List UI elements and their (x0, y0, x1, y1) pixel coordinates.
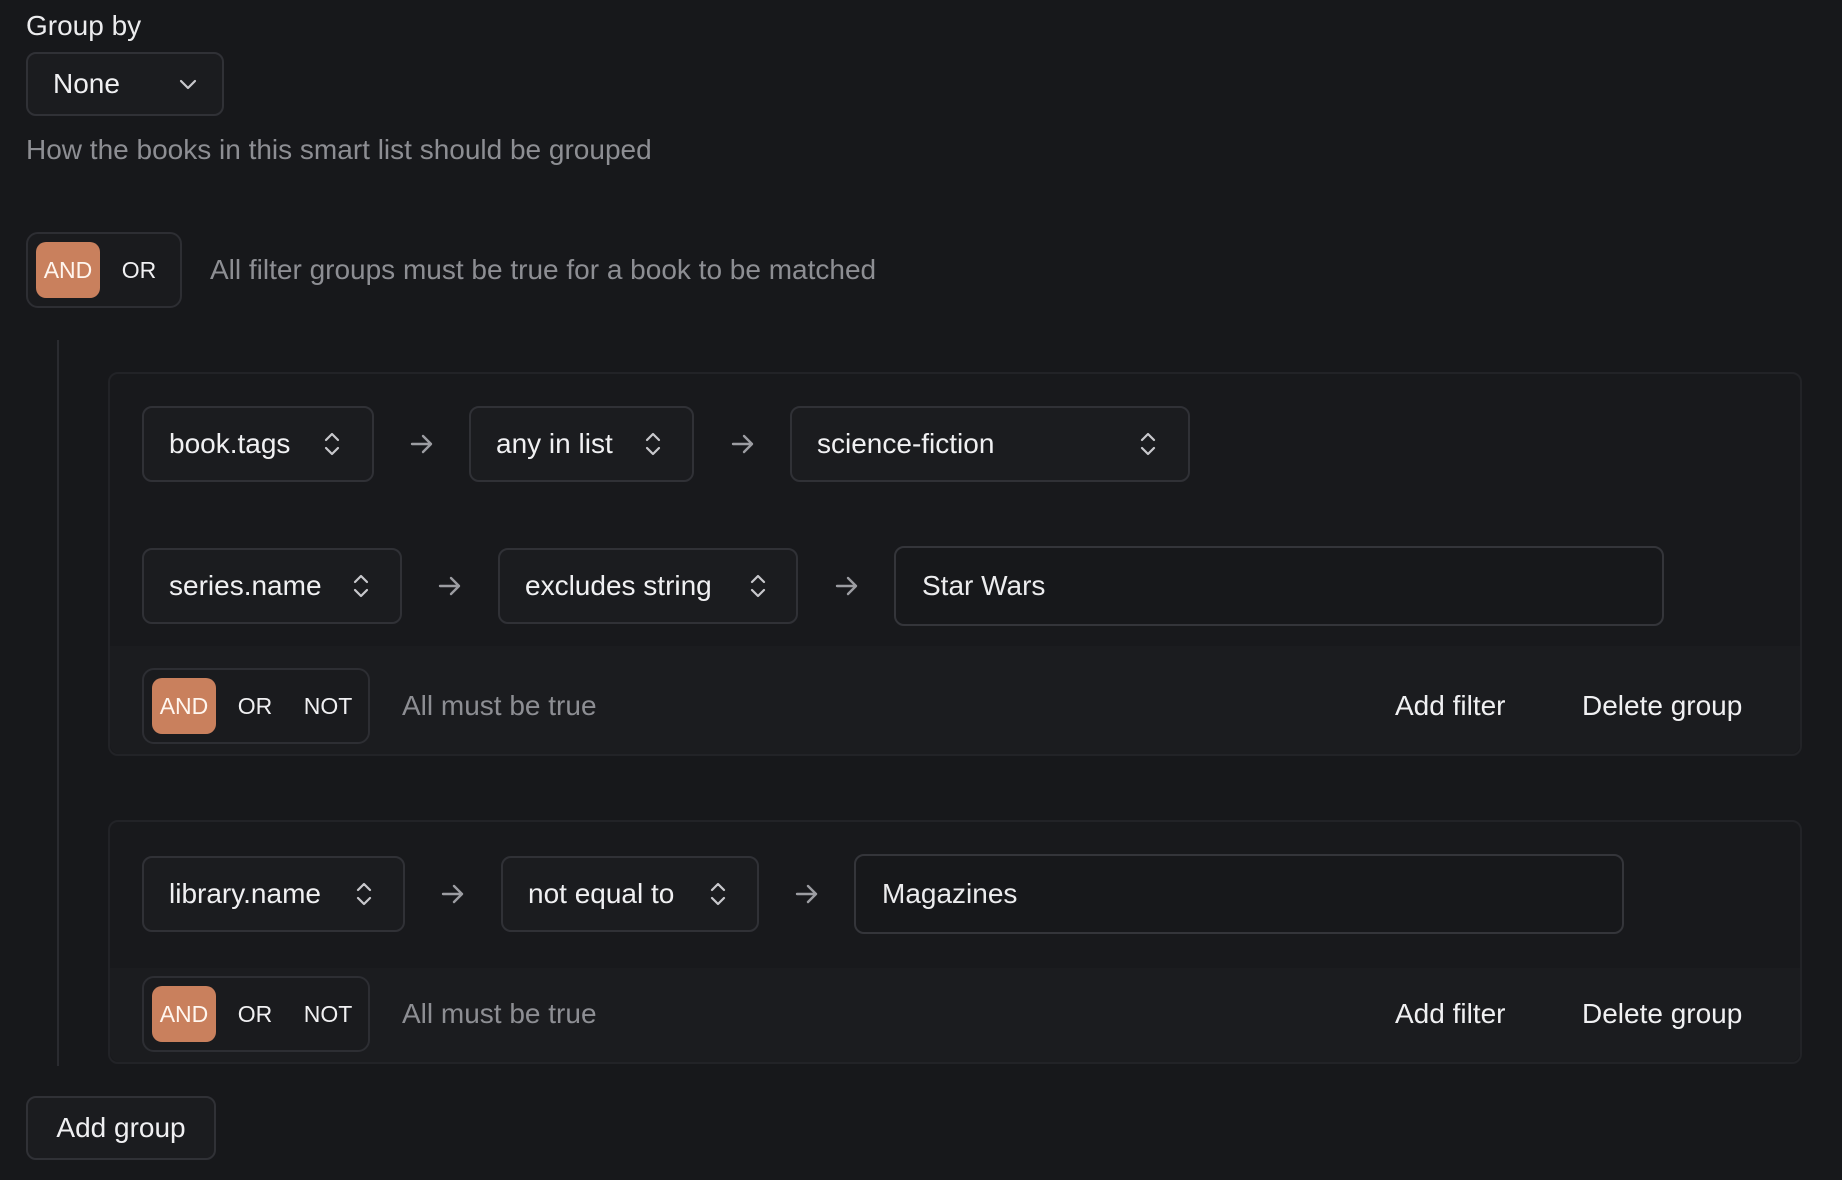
tree-line (57, 340, 59, 1066)
filter-value-input[interactable]: Magazines (854, 854, 1624, 934)
add-group-label: Add group (56, 1112, 186, 1143)
group-and-button[interactable]: AND (152, 678, 216, 734)
group-not-button[interactable]: NOT (292, 678, 364, 734)
group-logic-toggle: AND OR NOT (142, 668, 370, 744)
chevron-down-icon (179, 79, 197, 90)
filter-value-input[interactable]: Star Wars (894, 546, 1664, 626)
group-or-button[interactable]: OR (224, 986, 286, 1042)
chevron-updown-icon (1140, 432, 1156, 456)
group-by-help: How the books in this smart list should … (26, 134, 652, 165)
filter-operator-select[interactable]: not equal to (501, 856, 759, 932)
arrow-right-icon (835, 576, 858, 596)
group-logic-description: All must be true (402, 998, 597, 1029)
arrow-right-icon (795, 884, 818, 904)
filter-value-select[interactable]: science-fiction (790, 406, 1190, 482)
arrow-right-icon (438, 576, 461, 596)
root-logic-description: All filter groups must be true for a boo… (210, 254, 877, 285)
chevron-updown-icon (353, 574, 369, 598)
add-group-button[interactable]: Add group (26, 1096, 216, 1160)
group-or-button[interactable]: OR (224, 678, 286, 734)
add-filter-button[interactable]: Add filter (1395, 690, 1506, 722)
root-and-button[interactable]: AND (36, 242, 100, 298)
filter-field-value: library.name (169, 878, 321, 909)
arrow-right-icon (410, 434, 433, 454)
filter-field-select[interactable]: book.tags (142, 406, 374, 482)
group-logic-toggle: AND OR NOT (142, 976, 370, 1052)
group-and-button[interactable]: AND (152, 986, 216, 1042)
group-by-value: None (53, 68, 120, 99)
filter-field-select[interactable]: series.name (142, 548, 402, 624)
root-or-button[interactable]: OR (108, 242, 170, 298)
delete-group-button[interactable]: Delete group (1582, 690, 1742, 722)
arrow-right-icon (441, 884, 464, 904)
group-not-button[interactable]: NOT (292, 986, 364, 1042)
filter-operator-value: not equal to (528, 878, 675, 909)
add-filter-button[interactable]: Add filter (1395, 998, 1506, 1030)
group-by-label: Group by (26, 10, 142, 41)
filter-operator-select[interactable]: excludes string (498, 548, 798, 624)
group-logic-description: All must be true (402, 690, 597, 721)
filter-field-value: series.name (169, 570, 322, 601)
chevron-updown-icon (324, 432, 340, 456)
filter-value: science-fiction (817, 428, 995, 459)
filter-field-select[interactable]: library.name (142, 856, 405, 932)
chevron-updown-icon (645, 432, 661, 456)
arrow-right-icon (731, 434, 754, 454)
filter-operator-value: any in list (496, 428, 613, 459)
filter-operator-select[interactable]: any in list (469, 406, 694, 482)
filter-operator-value: excludes string (525, 570, 712, 601)
root-logic-toggle: AND OR (26, 232, 182, 308)
filter-field-value: book.tags (169, 428, 291, 459)
group-by-select[interactable]: None (26, 52, 224, 116)
chevron-updown-icon (750, 574, 766, 598)
chevron-updown-icon (356, 882, 372, 906)
chevron-updown-icon (710, 882, 726, 906)
delete-group-button[interactable]: Delete group (1582, 998, 1742, 1030)
